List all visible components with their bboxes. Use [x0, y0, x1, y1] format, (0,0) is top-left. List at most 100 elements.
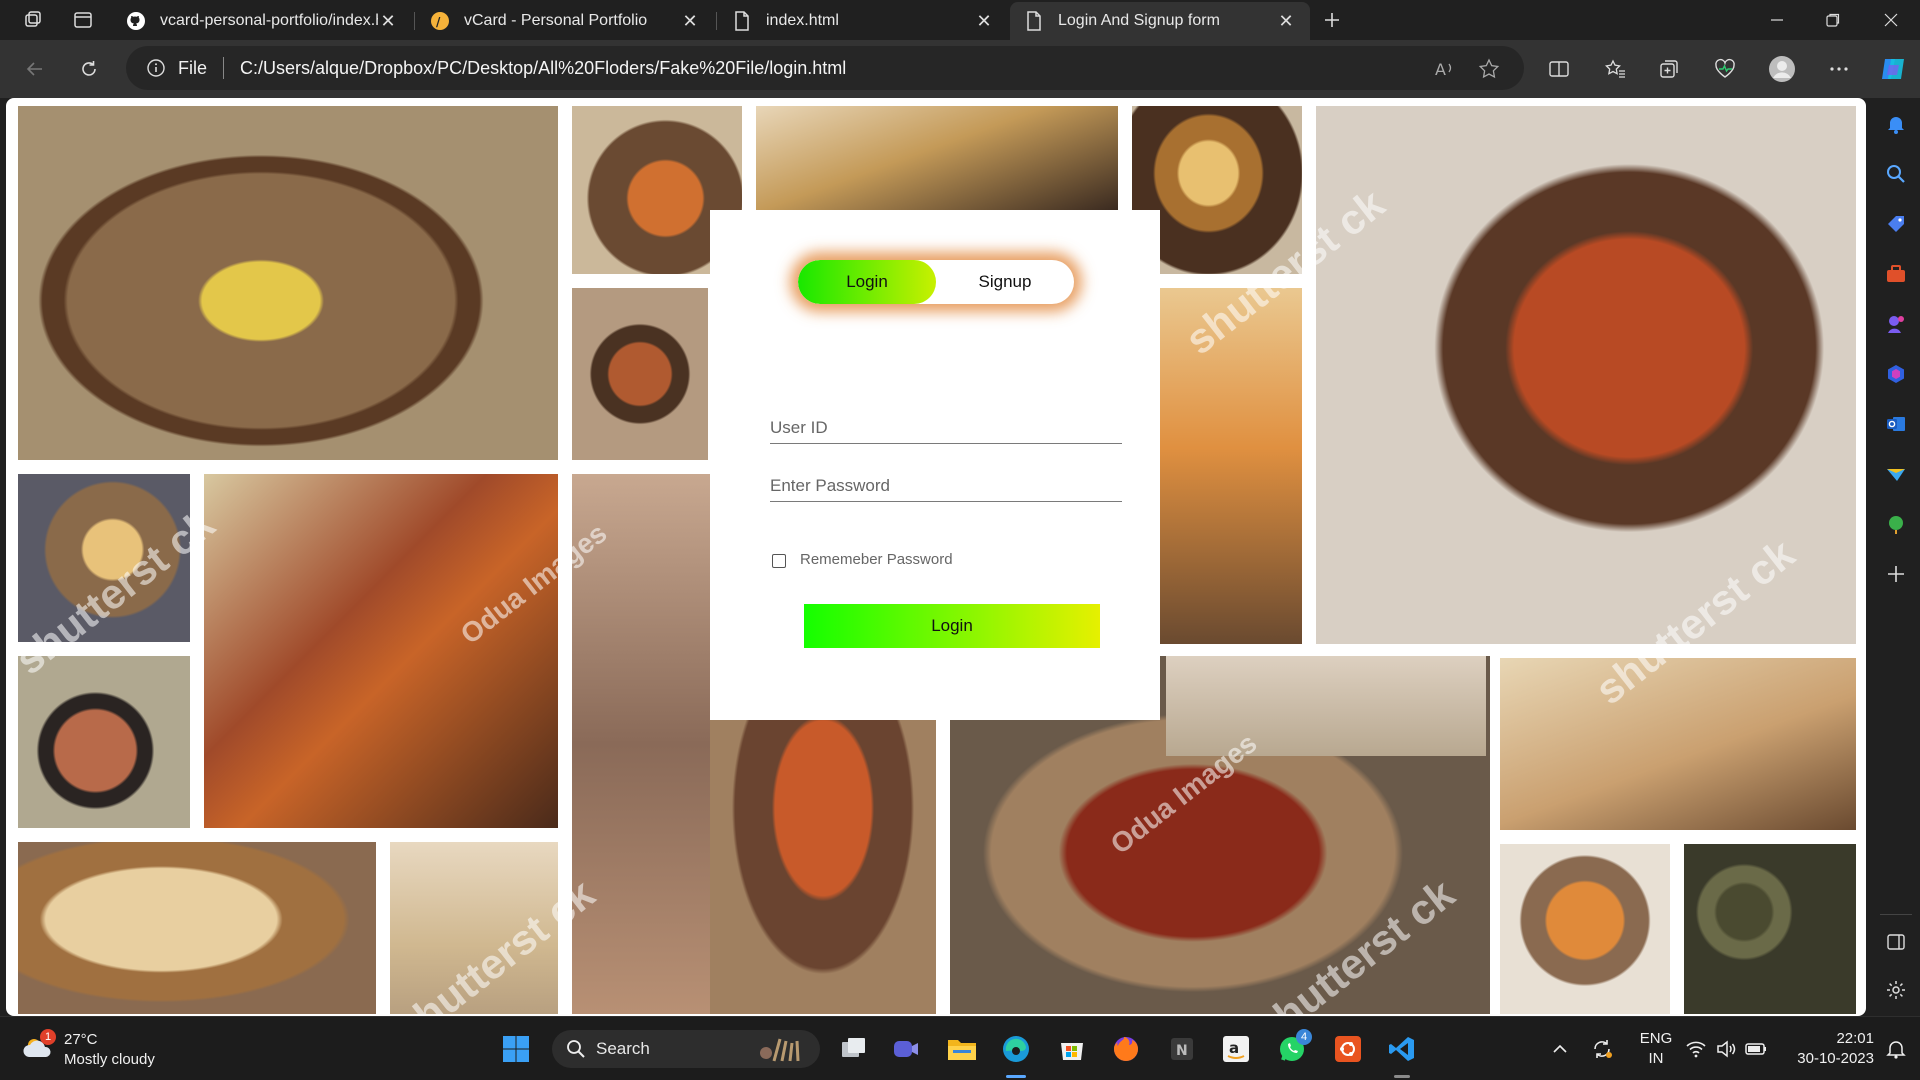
profile-avatar[interactable]: [1765, 52, 1799, 86]
firefox-icon[interactable]: [1108, 1031, 1144, 1067]
file-explorer-icon[interactable]: [944, 1031, 980, 1067]
close-window-icon[interactable]: [1862, 0, 1920, 40]
remember-password-row: Rememeber Password: [772, 550, 953, 568]
workspaces-icon[interactable]: [16, 6, 50, 34]
login-submit-button[interactable]: Login: [804, 604, 1100, 648]
whatsapp-badge: 4: [1296, 1029, 1312, 1045]
password-field: [770, 460, 1122, 502]
new-tab-button[interactable]: [1318, 6, 1346, 34]
windows-start-icon[interactable]: [498, 1031, 534, 1067]
amazon-icon[interactable]: a: [1218, 1031, 1254, 1067]
login-signup-toggle: Login Signup: [798, 260, 1074, 304]
refresh-icon[interactable]: [72, 52, 106, 86]
games-icon[interactable]: [1882, 310, 1910, 338]
battery-icon[interactable]: [1738, 1031, 1774, 1067]
remember-password-checkbox[interactable]: [772, 554, 786, 568]
login-card: Login Signup Rememeber Password Login: [710, 210, 1160, 720]
address-divider: [223, 57, 225, 79]
tab-index-html[interactable]: index.html ✕: [718, 2, 1008, 40]
windows-taskbar: 1 27°C Mostly cloudy Search N a 4 ENG IN…: [0, 1016, 1920, 1080]
notification-center-icon[interactable]: [1878, 1031, 1914, 1067]
tab-separator: [414, 12, 415, 30]
collections-icon[interactable]: [1652, 52, 1686, 86]
url-text[interactable]: C:/Users/alque/Dropbox/PC/Desktop/All%20…: [240, 58, 846, 79]
search-icon[interactable]: [1882, 160, 1910, 188]
browser-essentials-icon[interactable]: [1708, 52, 1742, 86]
settings-gear-icon[interactable]: [1882, 976, 1910, 1004]
microsoft-365-icon[interactable]: [1882, 360, 1910, 388]
file-icon: [1024, 11, 1044, 31]
search-highlight-icon: [754, 1035, 808, 1063]
file-icon: [732, 11, 752, 31]
drop-icon[interactable]: [1882, 510, 1910, 538]
food-photo-tile: [756, 106, 1118, 210]
copilot-icon[interactable]: [1876, 52, 1910, 86]
password-input[interactable]: [770, 460, 1122, 501]
close-tab-icon[interactable]: ✕: [378, 11, 398, 31]
microsoft-store-icon[interactable]: [1054, 1031, 1090, 1067]
svg-text:A: A: [1435, 60, 1446, 79]
food-photo-tile: [1500, 658, 1856, 830]
vscode-icon[interactable]: [1384, 1031, 1420, 1067]
task-view-icon[interactable]: [836, 1031, 872, 1067]
tab-title: index.html: [766, 12, 839, 29]
tools-icon[interactable]: [1882, 260, 1910, 288]
tab-title: vcard-personal-portfolio/index.h: [160, 12, 378, 29]
more-options-icon[interactable]: [1822, 52, 1856, 86]
hide-sidebar-icon[interactable]: [1882, 928, 1910, 956]
send-icon[interactable]: [1882, 460, 1910, 488]
address-bar[interactable]: File C:/Users/alque/Dropbox/PC/Desktop/A…: [126, 46, 1524, 90]
read-aloud-icon[interactable]: A: [1432, 56, 1458, 82]
taskbar-search-label: Search: [596, 1039, 650, 1058]
sync-icon[interactable]: [1584, 1031, 1620, 1067]
ubuntu-icon[interactable]: [1330, 1031, 1366, 1067]
edge-browser-icon[interactable]: [998, 1031, 1034, 1067]
svg-text:N: N: [1176, 1043, 1188, 1059]
tab-vcard-portfolio[interactable]: / vCard - Personal Portfolio ✕: [416, 2, 714, 40]
meet-icon[interactable]: [888, 1031, 924, 1067]
svg-text:a: a: [1229, 1039, 1239, 1057]
food-photo-tile: [18, 106, 558, 460]
weather-condition: Mostly cloudy: [64, 1051, 155, 1068]
add-sidebar-app-icon[interactable]: [1882, 560, 1910, 588]
search-icon: [566, 1039, 586, 1059]
running-app-indicator: [1394, 1075, 1410, 1078]
tab-login-signup[interactable]: Login And Signup form ✕: [1010, 2, 1310, 40]
outlook-icon[interactable]: [1882, 410, 1910, 438]
food-photo-tile: [18, 842, 376, 1014]
notification-bell-icon[interactable]: [1882, 110, 1910, 138]
info-icon[interactable]: [146, 58, 166, 78]
tab-title: vCard - Personal Portfolio: [464, 12, 648, 29]
user-id-input[interactable]: [770, 402, 1122, 443]
close-tab-icon[interactable]: ✕: [680, 11, 700, 31]
shopping-tag-icon[interactable]: [1882, 210, 1910, 238]
tab-actions-icon[interactable]: [66, 6, 100, 34]
split-screen-icon[interactable]: [1542, 52, 1576, 86]
tab-separator: [716, 12, 717, 30]
svg-text:/: /: [436, 15, 441, 29]
favorite-star-icon[interactable]: [1476, 56, 1502, 82]
signup-toggle-button[interactable]: Signup: [936, 260, 1074, 304]
scheme-label: File: [178, 57, 208, 78]
sidebar-divider: [1880, 914, 1912, 915]
input-region[interactable]: IN: [1636, 1049, 1676, 1069]
close-tab-icon[interactable]: ✕: [1276, 11, 1296, 31]
edge-sidebar: [1872, 98, 1920, 1016]
tab-title: Login And Signup form: [1058, 12, 1220, 29]
clock-time[interactable]: 22:01: [1778, 1029, 1874, 1049]
login-toggle-button[interactable]: Login: [798, 260, 936, 304]
input-language[interactable]: ENG: [1636, 1029, 1676, 1049]
food-photo-tile: [204, 474, 558, 828]
minimize-icon[interactable]: [1748, 0, 1806, 40]
food-photo-tile: [18, 656, 190, 828]
show-hidden-icons-chevron[interactable]: [1542, 1031, 1578, 1067]
back-icon[interactable]: [18, 52, 52, 86]
favorites-icon[interactable]: [1598, 52, 1632, 86]
close-tab-icon[interactable]: ✕: [974, 11, 994, 31]
taskbar-search[interactable]: Search: [552, 1030, 820, 1068]
tab-strip: vcard-personal-portfolio/index.h ✕ / vCa…: [0, 0, 1920, 40]
tab-vcard-github[interactable]: vcard-personal-portfolio/index.h ✕: [112, 2, 412, 40]
restore-icon[interactable]: [1804, 0, 1862, 40]
notion-icon[interactable]: N: [1164, 1031, 1200, 1067]
clock-date[interactable]: 30-10-2023: [1778, 1049, 1874, 1069]
